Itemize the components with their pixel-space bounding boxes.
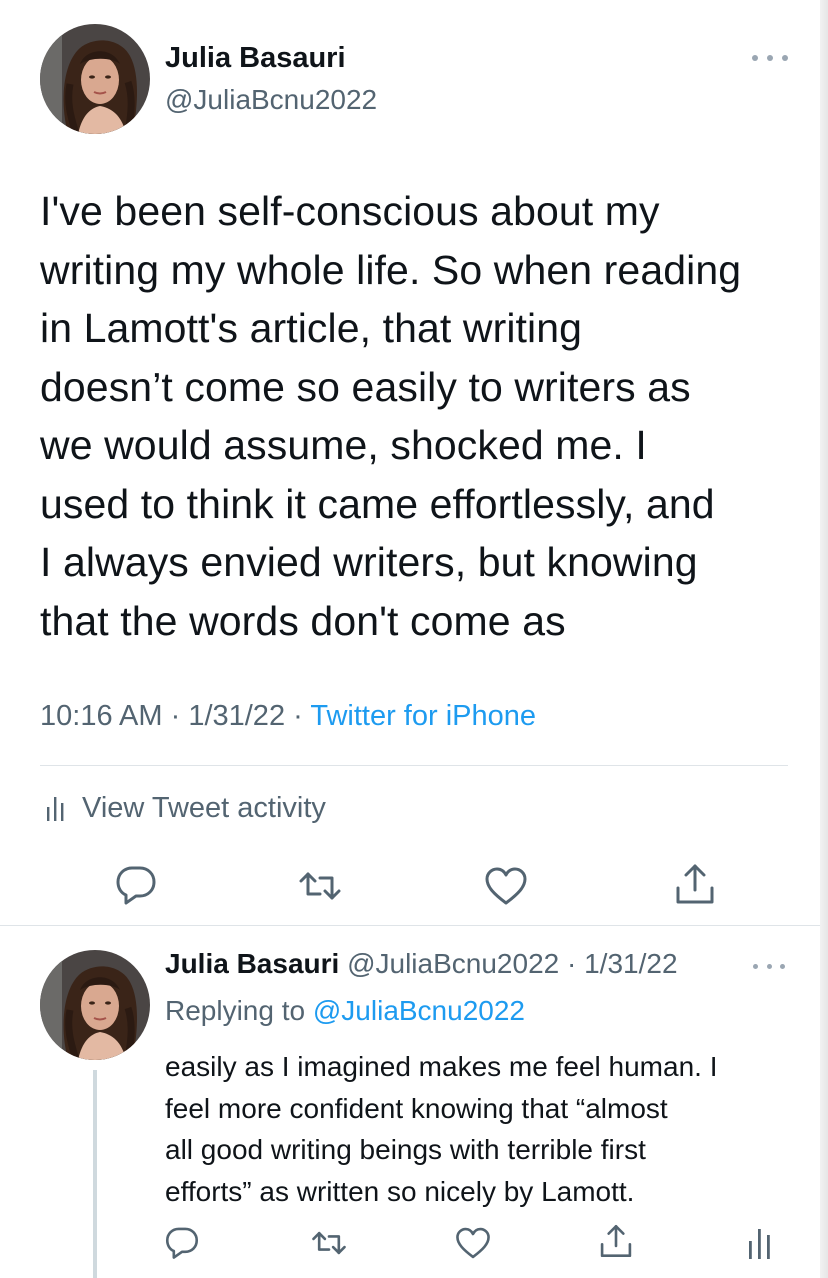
share-icon[interactable] [673, 862, 717, 906]
tweet-text-line: doesn’t come so easily to writers as [40, 363, 691, 410]
avatar[interactable] [40, 950, 150, 1060]
tweet-source-link[interactable]: Twitter for iPhone [310, 700, 536, 732]
tweet-text-line: we would assume, shocked me. I [40, 422, 647, 468]
reply-header: Julia Basauri @JuliaBcnu2022 · 1/31/22 [165, 948, 678, 980]
reply-date[interactable]: 1/31/22 [584, 948, 677, 979]
tweet-detail-page: Julia Basauri @JuliaBcnu2022 I've been s… [0, 0, 828, 1278]
share-icon[interactable] [598, 1223, 634, 1259]
reply-text-line: easily as I imagined makes me feel human… [165, 1051, 718, 1082]
separator: · [293, 700, 311, 732]
analytics-icon[interactable] [742, 1225, 778, 1261]
scrollbar[interactable] [820, 0, 828, 1278]
tweet-text: I've been self-conscious about my writin… [40, 182, 810, 650]
reply-text-line: efforts” as written so nicely by Lamott. [165, 1175, 635, 1207]
tweet-text-line: I've been self-conscious about my [40, 188, 660, 234]
divider [40, 765, 788, 766]
reply-text-line: all good writing beings with terrible fi… [165, 1134, 646, 1165]
retweet-icon[interactable] [311, 1225, 347, 1261]
separator: · [559, 948, 585, 979]
avatar[interactable] [40, 24, 150, 134]
reply-author-handle[interactable]: @JuliaBcnu2022 [347, 948, 559, 979]
reply-text: easily as I imagined makes me feel human… [165, 1046, 805, 1212]
tweet-actions [0, 862, 828, 912]
reply-actions [0, 1222, 828, 1262]
reply-icon[interactable] [164, 1224, 200, 1260]
retweet-icon[interactable] [298, 864, 342, 908]
view-tweet-activity-button[interactable]: View Tweet activity [46, 788, 326, 828]
replying-to: Replying to @JuliaBcnu2022 [165, 995, 525, 1027]
tweet-text-line: in Lamott's article, that writing [40, 305, 583, 351]
replying-mention-link[interactable]: @JuliaBcnu2022 [313, 995, 525, 1026]
more-icon[interactable] [753, 960, 785, 972]
activity-label: View Tweet activity [82, 791, 326, 824]
like-icon[interactable] [484, 864, 528, 908]
reply-text-line: feel more confident knowing that “almost [165, 1092, 668, 1124]
tweet-text-line: used to think it came effortlessly, and [40, 480, 715, 527]
separator: · [170, 700, 189, 732]
more-icon[interactable] [752, 48, 788, 68]
divider [0, 925, 820, 926]
reply-icon[interactable] [114, 862, 158, 906]
tweet-text-line: writing my whole life. So when reading [40, 246, 742, 293]
like-icon[interactable] [455, 1225, 491, 1261]
activity-icon [47, 797, 64, 821]
tweet-text-line: I always envied writers, but knowing [40, 539, 698, 585]
author-name[interactable]: Julia Basauri [165, 42, 346, 75]
author-handle[interactable]: @JuliaBcnu2022 [165, 84, 377, 116]
tweet-meta: 10:16 AM · 1/31/22 · Twitter for iPhone [40, 700, 536, 733]
reply-author-name[interactable]: Julia Basauri [165, 948, 339, 979]
tweet-time[interactable]: 10:16 AM [40, 700, 163, 732]
tweet-text-line: that the words don't come as [40, 597, 566, 644]
replying-prefix: Replying to [165, 995, 306, 1026]
tweet-date[interactable]: 1/31/22 [188, 700, 285, 732]
